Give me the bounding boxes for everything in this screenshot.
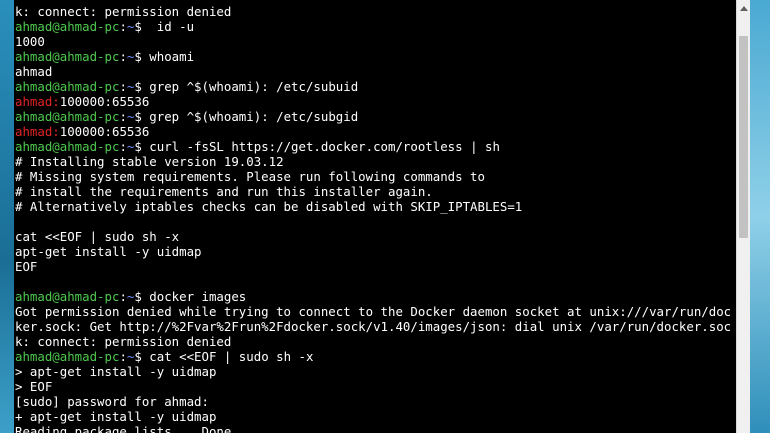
desktop-background-left xyxy=(0,0,14,433)
terminal-line: k: connect: permission denied xyxy=(15,4,731,19)
terminal-line: EOF xyxy=(15,259,731,274)
terminal-text: k: connect: permission denied xyxy=(15,334,232,349)
prompt-separator: : xyxy=(119,139,127,154)
terminal-text: 100000:65536 xyxy=(59,94,150,109)
highlighted-username: ahmad: xyxy=(15,94,60,109)
terminal-text: # install the requirements and run this … xyxy=(15,184,433,199)
terminal-line: k: connect: permission denied xyxy=(15,334,731,349)
terminal-line: # install the requirements and run this … xyxy=(15,184,731,199)
prompt-user-host: ahmad@ahmad-pc xyxy=(15,109,120,124)
terminal-text: # Alternatively iptables checks can be d… xyxy=(15,199,523,214)
terminal-line: [sudo] password for ahmad: xyxy=(15,394,731,409)
terminal-text: $ docker images xyxy=(134,289,247,304)
terminal-text: 100000:65536 xyxy=(59,124,150,139)
prompt-separator: : xyxy=(119,109,127,124)
terminal-text: ahmad xyxy=(15,64,53,79)
terminal-text: # Installing stable version 19.03.12 xyxy=(15,154,284,169)
terminal-text: [sudo] password for ahmad: xyxy=(15,394,209,409)
prompt-user-host: ahmad@ahmad-pc xyxy=(15,139,120,154)
terminal-line: apt-get install -y uidmap xyxy=(15,244,731,259)
terminal-line: ahmad@ahmad-pc:~$ curl -fsSL https://get… xyxy=(15,139,731,154)
terminal-line: ker.sock: Get http://%2Fvar%2Frun%2Fdock… xyxy=(15,319,731,334)
terminal-text: $ curl -fsSL https://get.docker.com/root… xyxy=(134,139,500,154)
terminal-text: EOF xyxy=(15,259,38,274)
terminal-text: cat <<EOF | sudo sh -x xyxy=(15,229,180,244)
terminal-line: Reading package lists... Done xyxy=(15,424,731,433)
prompt-separator: : xyxy=(119,79,127,94)
desktop-background-right xyxy=(750,0,770,433)
terminal-line: ahmad@ahmad-pc:~$ id -u xyxy=(15,19,731,34)
terminal-text: + apt-get install -y uidmap xyxy=(15,409,217,424)
terminal-line: ahmad@ahmad-pc:~$ grep ^$(whoami): /etc/… xyxy=(15,79,731,94)
terminal-text: # Missing system requirements. Please ru… xyxy=(15,169,485,184)
terminal-line: ahmad:100000:65536 xyxy=(15,124,731,139)
terminal-text: > apt-get install -y uidmap xyxy=(15,364,217,379)
terminal-line: ahmad@ahmad-pc:~$ docker images xyxy=(15,289,731,304)
terminal-text: apt-get install -y uidmap xyxy=(15,244,202,259)
terminal-line: ahmad@ahmad-pc:~$ grep ^$(whoami): /etc/… xyxy=(15,109,731,124)
terminal-text: k: connect: permission denied xyxy=(15,4,232,19)
scroll-up-arrow-icon[interactable] xyxy=(737,0,751,16)
prompt-separator: : xyxy=(119,49,127,64)
prompt-separator: : xyxy=(119,349,127,364)
vertical-scrollbar[interactable] xyxy=(736,0,750,433)
terminal-line: # Installing stable version 19.03.12 xyxy=(15,154,731,169)
scrollbar-thumb[interactable] xyxy=(739,36,748,238)
prompt-user-host: ahmad@ahmad-pc xyxy=(15,49,120,64)
prompt-user-host: ahmad@ahmad-pc xyxy=(15,289,120,304)
terminal-text: Got permission denied while trying to co… xyxy=(15,304,732,319)
terminal-line: > EOF xyxy=(15,379,731,394)
terminal-window[interactable]: k: connect: permission denied ahmad@ahmad… xyxy=(14,0,736,433)
terminal-text: $ grep ^$(whoami): /etc/subuid xyxy=(134,79,359,94)
prompt-user-host: ahmad@ahmad-pc xyxy=(15,19,120,34)
highlighted-username: ahmad: xyxy=(15,124,60,139)
terminal-line: Got permission denied while trying to co… xyxy=(15,304,731,319)
terminal-line: ahmad@ahmad-pc:~$ cat <<EOF | sudo sh -x xyxy=(15,349,731,364)
terminal-text: ker.sock: Get http://%2Fvar%2Frun%2Fdock… xyxy=(15,319,732,334)
terminal-line: # Alternatively iptables checks can be d… xyxy=(15,199,731,214)
prompt-user-host: ahmad@ahmad-pc xyxy=(15,79,120,94)
terminal-text: > EOF xyxy=(15,379,53,394)
terminal-line: # Missing system requirements. Please ru… xyxy=(15,169,731,184)
prompt-user-host: ahmad@ahmad-pc xyxy=(15,349,120,364)
terminal-line: ahmad xyxy=(15,64,731,79)
terminal-text: 1000 xyxy=(15,34,45,49)
terminal-text: $ grep ^$(whoami): /etc/subgid xyxy=(134,109,359,124)
terminal-line: ahmad:100000:65536 xyxy=(15,94,731,109)
prompt-separator: : xyxy=(119,19,127,34)
terminal-text: $ id -u xyxy=(134,19,195,34)
terminal-line: 1000 xyxy=(15,34,731,49)
terminal-line: cat <<EOF | sudo sh -x xyxy=(15,229,731,244)
terminal-output: k: connect: permission denied ahmad@ahmad… xyxy=(15,4,731,433)
terminal-line: ahmad@ahmad-pc:~$ whoami xyxy=(15,49,731,64)
terminal-line: + apt-get install -y uidmap xyxy=(15,409,731,424)
terminal-line: > apt-get install -y uidmap xyxy=(15,364,731,379)
terminal-text: $ whoami xyxy=(134,49,195,64)
prompt-separator: : xyxy=(119,289,127,304)
terminal-text: $ cat <<EOF | sudo sh -x xyxy=(134,349,314,364)
terminal-text: Reading package lists... Done xyxy=(15,424,232,433)
